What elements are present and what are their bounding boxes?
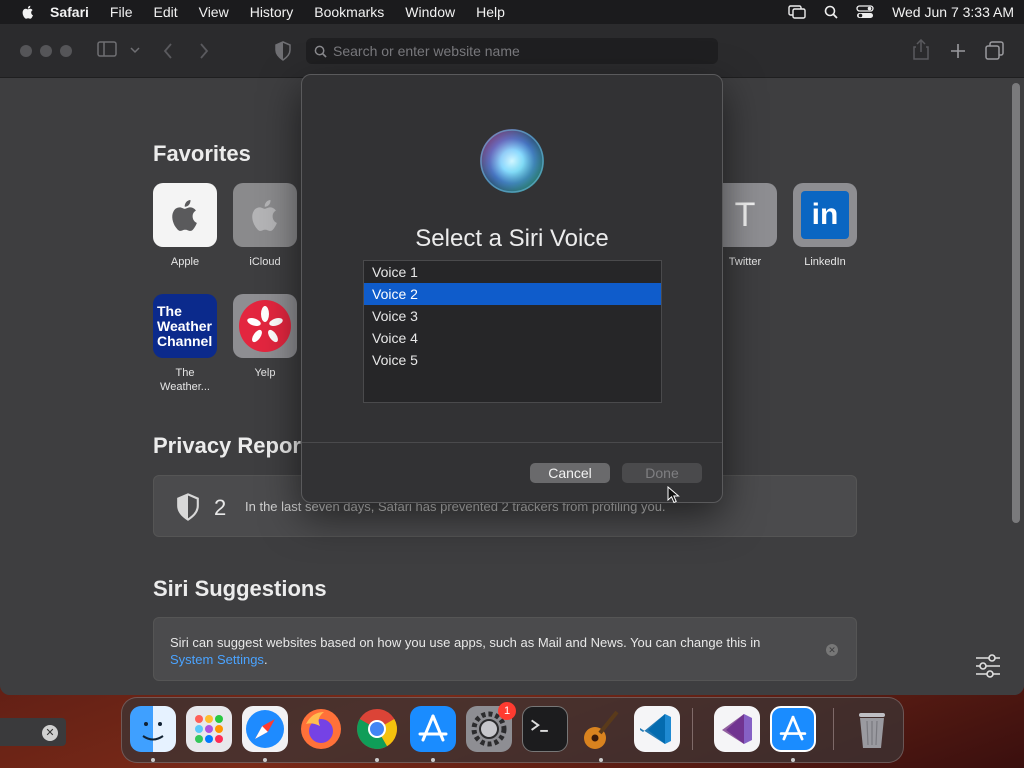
favorite-label: The Weather... xyxy=(160,367,210,393)
visual-studio-icon[interactable] xyxy=(714,706,760,752)
browser-toolbar: Search or enter website name xyxy=(0,24,1024,78)
siri-voice-dialog: Select a Siri Voice Voice 1 Voice 2 Voic… xyxy=(301,74,723,504)
terminal-icon[interactable] xyxy=(522,706,568,752)
mouse-pointer-icon xyxy=(667,486,680,504)
close-panel-icon[interactable]: ✕ xyxy=(42,725,58,741)
dialog-divider xyxy=(302,442,722,443)
minimize-window-button[interactable] xyxy=(40,45,52,57)
linkedin-logo-icon: in xyxy=(793,183,857,247)
dismiss-suggestion-close-icon[interactable]: ✕ xyxy=(826,644,838,656)
favorite-weather-channel[interactable]: The Weather Channel The Weather... xyxy=(145,294,225,394)
xcode-app-store-icon[interactable] xyxy=(770,706,816,752)
voice-list[interactable]: Voice 1 Voice 2 Voice 3 Voice 4 Voice 5 xyxy=(363,260,662,403)
running-indicator xyxy=(263,758,267,762)
system-settings-link[interactable]: System Settings xyxy=(170,652,264,667)
voice-option-4[interactable]: Voice 4 xyxy=(364,327,661,349)
apple-menu-icon[interactable] xyxy=(20,4,36,20)
menu-file[interactable]: File xyxy=(110,4,133,20)
chrome-icon[interactable] xyxy=(354,706,400,752)
apple-logo-icon xyxy=(153,183,217,247)
menu-app-name[interactable]: Safari xyxy=(50,4,89,20)
back-arrow-icon[interactable] xyxy=(162,42,174,60)
dock-separator xyxy=(692,708,693,750)
favorite-label: Apple xyxy=(170,256,200,268)
favorite-label: iCloud xyxy=(249,256,281,268)
voice-option-1[interactable]: Voice 1 xyxy=(364,261,661,283)
address-bar[interactable]: Search or enter website name xyxy=(306,38,718,64)
menu-window[interactable]: Window xyxy=(405,4,455,20)
siri-orb-icon xyxy=(480,129,544,193)
favorite-label: Yelp xyxy=(254,367,276,379)
firefox-icon[interactable] xyxy=(298,706,344,752)
close-window-button[interactable] xyxy=(20,45,32,57)
running-indicator xyxy=(151,758,155,762)
vscode-icon[interactable] xyxy=(634,706,680,752)
sidebar-toggle-icon[interactable] xyxy=(97,40,119,58)
app-store-icon[interactable] xyxy=(410,706,456,752)
privacy-shield-icon xyxy=(177,493,199,521)
dock-separator xyxy=(833,708,834,750)
customize-start-page-sliders-icon[interactable] xyxy=(975,654,1001,678)
settings-notification-badge: 1 xyxy=(498,702,516,720)
zoom-window-button[interactable] xyxy=(60,45,72,57)
running-indicator xyxy=(431,758,435,762)
voice-option-3[interactable]: Voice 3 xyxy=(364,305,661,327)
favorite-yelp[interactable]: Yelp xyxy=(225,294,305,380)
running-indicator xyxy=(599,758,603,762)
search-icon xyxy=(314,45,327,58)
running-indicator xyxy=(791,758,795,762)
tracker-count: 2 xyxy=(214,495,227,520)
favorite-icloud[interactable]: iCloud xyxy=(225,183,305,269)
address-bar-placeholder: Search or enter website name xyxy=(333,43,520,59)
page-scrollbar[interactable] xyxy=(1012,83,1020,523)
menu-bar: Safari File Edit View History Bookmarks … xyxy=(0,0,1024,24)
forward-arrow-icon[interactable] xyxy=(198,42,210,60)
done-button[interactable]: Done xyxy=(622,463,702,483)
menubar-status-area: Wed Jun 7 3:33 AM xyxy=(788,4,1014,20)
menu-history[interactable]: History xyxy=(250,4,294,20)
icloud-apple-icon xyxy=(233,183,297,247)
menu-view[interactable]: View xyxy=(199,4,229,20)
safari-icon[interactable] xyxy=(242,706,288,752)
menu-help[interactable]: Help xyxy=(476,4,505,20)
menubar-clock[interactable]: Wed Jun 7 3:33 AM xyxy=(892,4,1014,20)
trash-icon[interactable] xyxy=(849,706,895,752)
launchpad-icon[interactable] xyxy=(186,706,232,752)
control-center-icon[interactable] xyxy=(856,5,874,19)
tab-group-chevron-down-icon[interactable] xyxy=(130,46,140,54)
running-indicator xyxy=(375,758,379,762)
share-icon[interactable] xyxy=(912,39,930,61)
dialog-title: Select a Siri Voice xyxy=(415,225,609,252)
dock: 1 xyxy=(121,697,904,763)
cancel-button[interactable]: Cancel xyxy=(530,463,610,483)
new-tab-plus-icon[interactable] xyxy=(949,42,967,60)
siri-suggestions-card: Siri can suggest websites based on how y… xyxy=(153,617,857,681)
siri-suggestions-text: Siri can suggest websites based on how y… xyxy=(170,635,761,650)
menu-bookmarks[interactable]: Bookmarks xyxy=(314,4,384,20)
screen-mirroring-icon[interactable] xyxy=(788,5,806,19)
garageband-icon[interactable] xyxy=(578,706,624,752)
yelp-logo-icon xyxy=(233,294,297,358)
siri-suggestions-heading: Siri Suggestions xyxy=(153,576,327,601)
tab-overview-icon[interactable] xyxy=(985,41,1005,61)
voice-option-5[interactable]: Voice 5 xyxy=(364,349,661,371)
voice-option-2[interactable]: Voice 2 xyxy=(364,283,661,305)
privacy-shield-icon[interactable] xyxy=(275,41,291,61)
favorite-apple[interactable]: Apple xyxy=(145,183,225,269)
weather-channel-logo-icon: The Weather Channel xyxy=(153,294,217,358)
spotlight-search-icon[interactable] xyxy=(824,5,838,19)
finder-icon[interactable] xyxy=(130,706,176,752)
privacy-report-heading: Privacy Report xyxy=(153,433,309,458)
favorites-heading: Favorites xyxy=(153,141,251,166)
favorite-label: LinkedIn xyxy=(804,256,846,268)
menu-edit[interactable]: Edit xyxy=(153,4,177,20)
favorite-linkedin[interactable]: in LinkedIn xyxy=(785,183,865,269)
